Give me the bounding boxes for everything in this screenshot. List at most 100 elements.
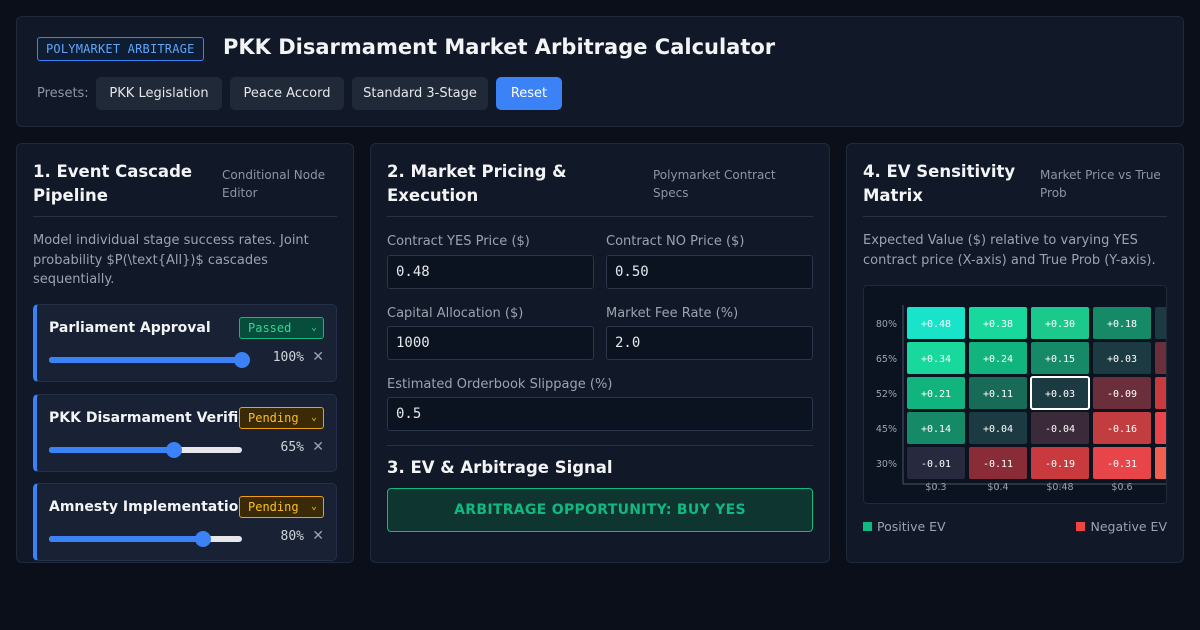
heatmap-cell-label: +0.04 bbox=[983, 424, 1013, 435]
capital-label: Capital Allocation ($) bbox=[387, 306, 524, 321]
heatmap-cell-label: +0.11 bbox=[983, 389, 1013, 400]
no-price-label: Contract NO Price ($) bbox=[606, 234, 745, 249]
negative-swatch bbox=[1076, 522, 1086, 531]
preset-standard-3-stage-button[interactable]: Standard 3-Stage bbox=[352, 77, 488, 110]
arbitrage-signal-banner: ARBITRAGE OPPORTUNITY: BUY YES bbox=[387, 488, 813, 532]
y-tick-label: 65% bbox=[876, 354, 897, 365]
divider bbox=[387, 445, 813, 446]
yes-price-input[interactable]: 0.48 bbox=[387, 255, 594, 289]
heatmap-cell-label: +0.30 bbox=[1045, 319, 1075, 330]
y-tick-label: 45% bbox=[876, 424, 897, 435]
divider bbox=[387, 216, 813, 217]
panel-subtitle: Market Price vs True Prob bbox=[1040, 168, 1161, 200]
heatmap-cell bbox=[1155, 447, 1166, 479]
heatmap-cell-label: -0.01 bbox=[921, 459, 951, 470]
heatmap-cell-label: -0.04 bbox=[1045, 424, 1075, 435]
slider-fill bbox=[49, 536, 204, 542]
preset-peace-accord-button[interactable]: Peace Accord bbox=[230, 77, 344, 110]
slider-thumb[interactable] bbox=[166, 442, 183, 458]
heatmap-cell-label: +0.14 bbox=[921, 424, 951, 435]
probability-value: 100% bbox=[272, 350, 304, 365]
heatmap-cell-label: +0.15 bbox=[1045, 354, 1075, 365]
panel-subtitle: Conditional Node Editor bbox=[222, 168, 326, 200]
status-select[interactable]: Pending ⌄ bbox=[239, 407, 324, 429]
legend-positive: Positive EV bbox=[863, 519, 946, 534]
ev-heatmap: 80%+0.48+0.38+0.30+0.18+0.0865%+0.34+0.2… bbox=[863, 285, 1167, 504]
heatmap-cell-label: -0.09 bbox=[1107, 389, 1137, 400]
probability-value: 80% bbox=[280, 529, 304, 544]
chevron-down-icon: ⌄ bbox=[310, 412, 317, 423]
page-title: PKK Disarmament Market Arbitrage Calcula… bbox=[223, 35, 776, 59]
heatmap-cell-label: +0.18 bbox=[1107, 319, 1137, 330]
node-card: Amnesty Implementation Pending ⌄ 80% ✕ bbox=[33, 483, 337, 561]
probability-value: 65% bbox=[280, 440, 304, 455]
panel-description: Model individual stage success rates. Jo… bbox=[33, 233, 309, 287]
yes-price-label: Contract YES Price ($) bbox=[387, 234, 530, 249]
heatmap-cell-label: -0.19 bbox=[1045, 459, 1075, 470]
signal-section-title: 3. EV & Arbitrage Signal bbox=[387, 458, 613, 477]
node-name: Amnesty Implementation bbox=[49, 499, 239, 515]
app-badge: POLYMARKET ARBITRAGE bbox=[37, 37, 204, 61]
preset-pkk-legislation-button[interactable]: PKK Legislation bbox=[96, 77, 222, 110]
divider bbox=[863, 216, 1167, 217]
chevron-down-icon: ⌄ bbox=[310, 322, 317, 333]
y-tick-label: 30% bbox=[876, 459, 897, 470]
presets-label: Presets: bbox=[37, 86, 89, 101]
capital-input[interactable]: 1000 bbox=[387, 326, 594, 360]
x-tick-label: $0.48 bbox=[1046, 482, 1073, 493]
market-pricing-panel: 2. Market Pricing & Execution Polymarket… bbox=[370, 143, 830, 563]
heatmap-cell-label: +0.21 bbox=[921, 389, 951, 400]
status-select[interactable]: Passed ⌄ bbox=[239, 317, 324, 339]
slider-fill bbox=[49, 357, 242, 363]
header-bar: POLYMARKET ARBITRAGE PKK Disarmament Mar… bbox=[16, 16, 1184, 127]
status-select[interactable]: Pending ⌄ bbox=[239, 496, 324, 518]
heatmap-svg: 80%+0.48+0.38+0.30+0.18+0.0865%+0.34+0.2… bbox=[876, 305, 1166, 493]
x-tick-label: $0.3 bbox=[925, 482, 946, 493]
slippage-label: Estimated Orderbook Slippage (%) bbox=[387, 377, 613, 392]
heatmap-cell-label: +0.38 bbox=[983, 319, 1013, 330]
x-tick-label: $0.6 bbox=[1111, 482, 1132, 493]
probability-slider[interactable] bbox=[49, 442, 242, 458]
panel-description: Expected Value ($) relative to varying Y… bbox=[863, 233, 1156, 268]
x-tick-label: $0.4 bbox=[987, 482, 1008, 493]
node-name: Parliament Approval bbox=[49, 320, 211, 336]
heatmap-cell bbox=[1155, 412, 1166, 444]
positive-swatch bbox=[863, 522, 872, 531]
slider-fill bbox=[49, 447, 175, 453]
heatmap-cell-label: +0.24 bbox=[983, 354, 1013, 365]
legend-negative: Negative EV bbox=[1076, 519, 1167, 534]
panel-title: 2. Market Pricing & Execution bbox=[387, 162, 567, 205]
fee-rate-input[interactable]: 2.0 bbox=[606, 326, 813, 360]
node-card: Parliament Approval Passed ⌄ 100% ✕ bbox=[33, 304, 337, 382]
ev-sensitivity-panel: 4. EV Sensitivity Matrix Market Price vs… bbox=[846, 143, 1184, 563]
node-card: PKK Disarmament Verification Pending⌄ 65… bbox=[33, 394, 337, 472]
heatmap-cell bbox=[1155, 342, 1166, 374]
probability-slider[interactable] bbox=[49, 352, 250, 368]
slider-thumb[interactable] bbox=[234, 352, 250, 368]
heatmap-cell-label: -0.16 bbox=[1107, 424, 1137, 435]
chevron-down-icon: ⌄ bbox=[310, 501, 317, 512]
panel-title: 4. EV Sensitivity Matrix bbox=[863, 162, 1016, 205]
heatmap-cell-label: +0.34 bbox=[921, 354, 951, 365]
no-price-input[interactable]: 0.50 bbox=[606, 255, 813, 289]
close-icon[interactable]: ✕ bbox=[312, 439, 324, 455]
reset-button[interactable]: Reset bbox=[496, 77, 562, 110]
node-name: PKK Disarmament Verification bbox=[49, 410, 239, 426]
heatmap-cell-label: -0.31 bbox=[1107, 459, 1137, 470]
y-tick-label: 80% bbox=[876, 319, 897, 330]
panel-subtitle: Polymarket Contract Specs bbox=[653, 168, 776, 200]
heatmap-cell-label: +0.03 bbox=[1045, 389, 1075, 400]
y-tick-label: 52% bbox=[876, 389, 897, 400]
probability-slider[interactable] bbox=[49, 531, 242, 547]
heatmap-cell-label: -0.11 bbox=[983, 459, 1013, 470]
close-icon[interactable]: ✕ bbox=[312, 349, 324, 365]
heatmap-cell bbox=[1155, 307, 1166, 339]
event-cascade-panel: 1. Event Cascade Pipeline Conditional No… bbox=[16, 143, 354, 563]
slippage-input[interactable]: 0.5 bbox=[387, 397, 813, 431]
heatmap-cell-label: +0.03 bbox=[1107, 354, 1137, 365]
close-icon[interactable]: ✕ bbox=[312, 528, 324, 544]
panel-title: 1. Event Cascade Pipeline bbox=[33, 162, 193, 205]
heatmap-cell-label: +0.48 bbox=[921, 319, 951, 330]
divider bbox=[33, 216, 337, 217]
slider-thumb[interactable] bbox=[195, 531, 212, 547]
